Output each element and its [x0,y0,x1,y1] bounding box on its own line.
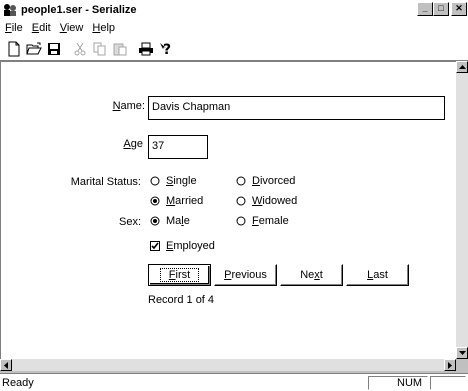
radio-icon [236,196,246,206]
checkbox-checked-icon [150,241,160,251]
radio-divorced[interactable]: Divorced [236,175,295,187]
open-icon[interactable] [24,39,44,59]
age-field[interactable]: 37 [148,135,208,159]
scrollbar-corner [456,359,468,371]
paste-icon[interactable] [110,39,130,59]
cut-icon[interactable] [70,39,90,59]
application-window: people1.ser - Serialize _ □ ✕ File Edit … [0,0,468,391]
copy-icon[interactable] [90,39,110,59]
toolbar: ? [0,37,468,61]
name-field[interactable]: Davis Chapman [148,96,445,120]
close-button[interactable]: ✕ [451,2,467,16]
radio-icon [150,176,160,186]
vertical-scrollbar[interactable] [456,61,468,359]
first-button[interactable]: First [148,264,211,286]
status-pane-empty [430,376,466,390]
menu-help[interactable]: Help [87,22,119,34]
app-icon [2,3,18,17]
scroll-right-icon[interactable] [444,359,456,371]
radio-checked-icon [150,196,160,206]
record-indicator: Record 1 of 4 [148,294,215,306]
status-text: Ready [2,377,34,389]
scroll-left-icon[interactable] [0,359,12,371]
name-label: Name: [112,100,145,112]
num-lock-indicator: NUM [368,376,428,390]
save-icon[interactable] [44,39,64,59]
sex-label: Sex: [118,216,141,228]
marital-status-label: Marital Status: [70,176,141,188]
radio-married[interactable]: Married [150,195,203,207]
employed-checkbox[interactable]: Employed [150,240,215,252]
radio-female[interactable]: Female [236,215,289,227]
radio-single[interactable]: Single [150,175,197,187]
status-bar: Ready NUM [0,373,468,391]
last-button[interactable]: Last [346,264,409,286]
form-view: Name: Davis Chapman Age 37 Marital Statu… [0,61,456,359]
menu-view[interactable]: View [55,22,88,34]
radio-widowed[interactable]: Widowed [236,195,297,207]
scroll-down-icon[interactable] [456,347,468,359]
print-icon[interactable] [136,39,156,59]
radio-checked-icon [150,216,160,226]
radio-icon [236,176,246,186]
radio-icon [236,216,246,226]
title-bar[interactable]: people1.ser - Serialize _ □ ✕ [0,0,468,19]
svg-text:?: ? [163,42,171,57]
menu-edit[interactable]: Edit [27,22,55,34]
window-title: people1.ser - Serialize [21,3,137,16]
maximize-button[interactable]: □ [433,2,449,16]
help-icon[interactable]: ? [156,39,176,59]
horizontal-scrollbar[interactable] [0,359,456,371]
menu-bar: File Edit View Help [0,19,468,37]
new-icon[interactable] [4,39,24,59]
radio-male[interactable]: Ma l e [150,215,190,227]
previous-button[interactable]: Previous [214,264,277,286]
next-button[interactable]: Ne x t [280,264,343,286]
menu-file[interactable]: File [0,22,27,34]
scroll-up-icon[interactable] [456,61,468,73]
age-label: Age [123,138,143,150]
minimize-button[interactable]: _ [417,2,433,16]
